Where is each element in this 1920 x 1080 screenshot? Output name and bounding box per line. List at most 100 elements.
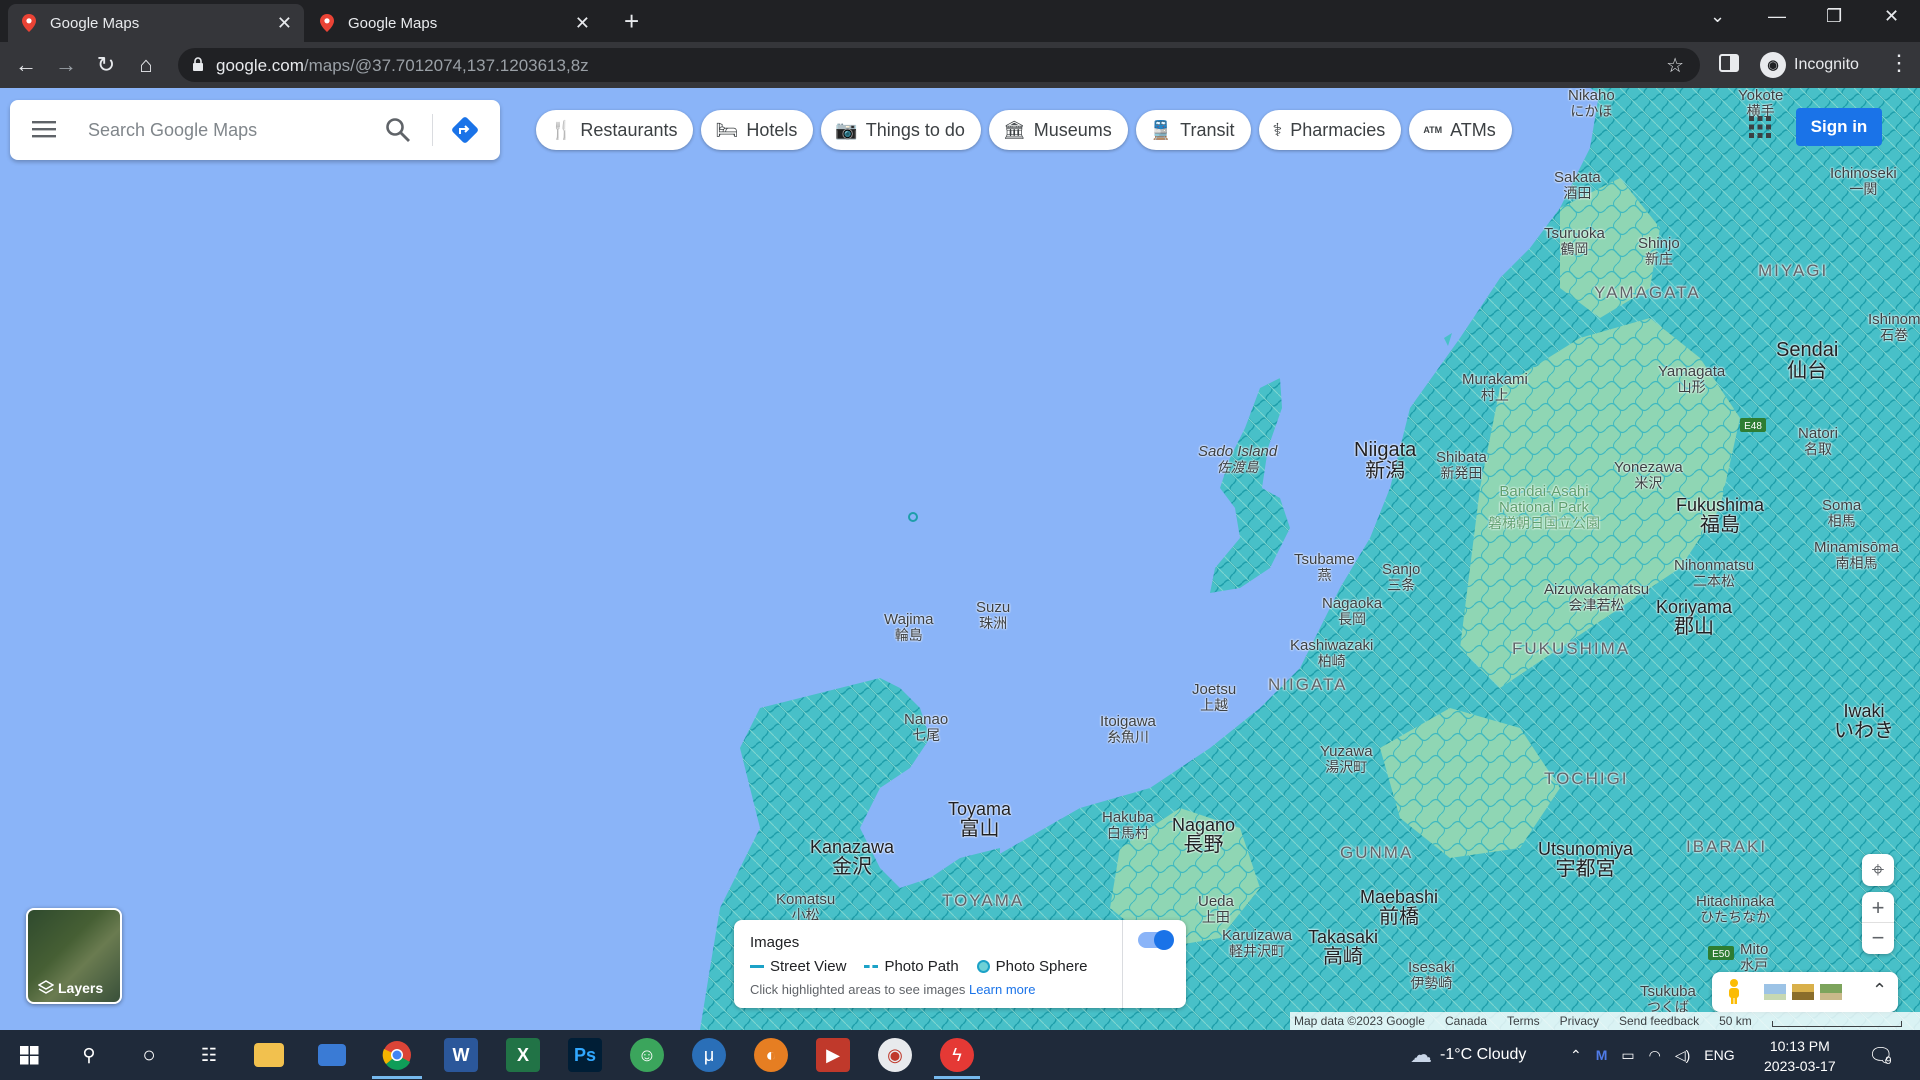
map-label-shinjo[interactable]: Shinjo 新庄 (1638, 236, 1680, 266)
chip-atms[interactable]: ATM ATMs (1409, 110, 1512, 150)
orange-app-icon[interactable]: ◐ (754, 1038, 788, 1072)
restore-button[interactable]: ❐ (1826, 6, 1842, 27)
weather-widget[interactable]: ☁ -1°C Cloudy (1410, 1030, 1526, 1080)
chip-hotels[interactable]: 🛏 Hotels (701, 110, 814, 150)
flash-app-icon[interactable]: ϟ (940, 1038, 974, 1072)
layers-button[interactable]: Layers (26, 908, 122, 1004)
expand-chevron-icon[interactable]: ⌃ (1872, 980, 1887, 1001)
search-icon[interactable]: ⚲ (72, 1038, 106, 1072)
reload-icon[interactable]: ↻ (92, 51, 120, 79)
map-label-tsukuba[interactable]: Tsukuba つくば (1640, 984, 1696, 1014)
map-label-shibata[interactable]: Shibata 新発田 (1436, 450, 1487, 480)
terms-link[interactable]: Terms (1507, 1014, 1540, 1028)
search-icon[interactable] (384, 116, 412, 144)
map-label-itoigawa[interactable]: Itoigawa 糸魚川 (1100, 714, 1156, 744)
battery-icon[interactable]: ▭ (1621, 1047, 1634, 1064)
map-label-ueda[interactable]: Ueda 上田 (1198, 894, 1234, 924)
map-label-minamisoma[interactable]: Minamisōma 南相馬 (1814, 540, 1899, 570)
zoom-in-button[interactable]: + (1862, 892, 1894, 923)
map-label-wajima[interactable]: Wajima 輪島 (884, 612, 933, 642)
map-label-utsunomiya[interactable]: Utsunomiya 宇都宮 (1538, 840, 1633, 880)
map-label-tsuruoka[interactable]: Tsuruoka 鶴岡 (1544, 226, 1605, 256)
map-label-aizuwakamatsu[interactable]: Aizuwakamatsu 会津若松 (1544, 582, 1649, 612)
map-label-bandai-asahi[interactable]: Bandai-Asahi National Park 磐梯朝日国立公園 (1484, 484, 1604, 530)
search-input[interactable] (88, 114, 378, 146)
map-label-sendai[interactable]: Sendai 仙台 (1776, 340, 1838, 382)
imagery-thumbnail-icon[interactable] (1792, 984, 1814, 1000)
region-link[interactable]: Canada (1445, 1014, 1487, 1028)
task-view-icon[interactable]: ☷ (192, 1038, 226, 1072)
privacy-link[interactable]: Privacy (1560, 1014, 1599, 1028)
map-label-nihonmatsu[interactable]: Nihonmatsu 二本松 (1674, 558, 1754, 588)
minimize-button[interactable]: — (1768, 6, 1786, 27)
map-label-fukushima-city[interactable]: Fukushima 福島 (1676, 496, 1764, 536)
back-arrow-icon[interactable]: ← (12, 51, 40, 79)
map-label-natori[interactable]: Natori 名取 (1798, 426, 1838, 456)
map-label-yuzawa[interactable]: Yuzawa 湯沢町 (1320, 744, 1373, 774)
map-label-nagaoka[interactable]: Nagaoka 長岡 (1322, 596, 1382, 626)
pegman-icon[interactable] (1726, 978, 1742, 1004)
tray-app-icon[interactable]: M (1596, 1047, 1608, 1063)
excel-icon[interactable]: X (506, 1038, 540, 1072)
incognito-profile-button[interactable]: ◉ Incognito (1754, 49, 1871, 81)
photoshop-icon[interactable]: Ps (568, 1038, 602, 1072)
map-label-karuizawa[interactable]: Karuizawa 軽井沢町 (1222, 928, 1292, 958)
learn-more-link[interactable]: Learn more (969, 982, 1035, 997)
map-label-yamagata-city[interactable]: Yamagata 山形 (1658, 364, 1725, 394)
directions-icon[interactable] (450, 115, 480, 145)
map-label-suzu[interactable]: Suzu 珠洲 (976, 600, 1010, 630)
wifi-icon[interactable]: ◠ (1649, 1047, 1661, 1064)
map-label-kanazawa[interactable]: Kanazawa 金沢 (810, 838, 894, 878)
mu-app-icon[interactable]: μ (692, 1038, 726, 1072)
close-tab-icon[interactable]: ✕ (575, 13, 590, 34)
map-label-iwaki[interactable]: Iwaki いわき (1834, 702, 1894, 742)
media-app-icon[interactable]: ◉ (878, 1038, 912, 1072)
chip-restaurants[interactable]: 🍴 Restaurants (536, 110, 694, 150)
scale-label[interactable]: 50 km (1719, 1014, 1752, 1028)
map-label-joetsu[interactable]: Joetsu 上越 (1192, 682, 1236, 712)
address-bar[interactable]: google.com/maps/@37.7012074,137.1203613,… (178, 48, 1700, 82)
map-label-koriyama[interactable]: Koriyama 郡山 (1656, 598, 1732, 638)
windows-start-icon[interactable] (12, 1038, 46, 1072)
map-label-toyama-city[interactable]: Toyama 富山 (948, 800, 1011, 840)
street-view-toggle[interactable] (1138, 930, 1174, 950)
map-label-yonezawa[interactable]: Yonezawa 米沢 (1614, 460, 1683, 490)
tray-chevron-icon[interactable]: ⌃ (1570, 1047, 1582, 1064)
chip-pharmacies[interactable]: ⚕ Pharmacies (1258, 110, 1402, 150)
volume-icon[interactable]: ◁) (1675, 1047, 1690, 1064)
zoom-out-button[interactable]: − (1862, 923, 1894, 954)
map-label-sanjo[interactable]: Sanjo 三条 (1382, 562, 1420, 592)
my-location-button[interactable]: ⌖ (1862, 854, 1894, 886)
notification-center[interactable]: 🗨 9 (1868, 1030, 1893, 1080)
map-label-mito[interactable]: Mito 水戸 (1740, 942, 1768, 972)
map-label-maebashi[interactable]: Maebashi 前橋 (1360, 888, 1438, 928)
bookmark-star-icon[interactable]: ☆ (1666, 53, 1684, 78)
map-label-kashiwazaki[interactable]: Kashiwazaki 柏崎 (1290, 638, 1373, 668)
language-indicator[interactable]: ENG (1704, 1047, 1734, 1063)
map-label-ishinomaki[interactable]: Ishinom 石巻 (1868, 312, 1920, 342)
imagery-thumbnail-icon[interactable] (1764, 984, 1786, 1000)
close-tab-icon[interactable]: ✕ (277, 13, 292, 34)
map-label-takasaki[interactable]: Takasaki 高崎 (1308, 928, 1378, 968)
map-label-hakuba[interactable]: Hakuba 白馬村 (1102, 810, 1154, 840)
green-app-icon[interactable]: ☺ (630, 1038, 664, 1072)
map-label-nikaho[interactable]: Nikaho にかほ (1568, 88, 1615, 118)
google-apps-icon[interactable] (1748, 115, 1772, 139)
word-icon[interactable]: W (444, 1038, 478, 1072)
map-label-soma[interactable]: Soma 相馬 (1822, 498, 1861, 528)
browser-tab[interactable]: Google Maps ✕ (306, 4, 602, 42)
forward-arrow-icon[interactable]: → (52, 51, 80, 79)
chip-museums[interactable]: 🏛 Museums (988, 110, 1128, 150)
new-tab-button[interactable]: + (624, 6, 639, 37)
map-label-komatsu[interactable]: Komatsu 小松 (776, 892, 835, 922)
file-explorer-icon[interactable] (254, 1043, 284, 1067)
red-app-icon[interactable]: ▶ (816, 1038, 850, 1072)
map-label-tsubame[interactable]: Tsubame 燕 (1294, 552, 1355, 582)
close-window-button[interactable]: ✕ (1884, 6, 1899, 27)
map-label-isesaki[interactable]: Isesaki 伊勢崎 (1408, 960, 1455, 990)
map-label-nanao[interactable]: Nanao 七尾 (904, 712, 948, 742)
cortana-icon[interactable]: ○ (132, 1038, 166, 1072)
sign-in-button[interactable]: Sign in (1796, 108, 1882, 146)
map-canvas[interactable]: E48 E50 Niigata 新潟 Sendai 仙台 Fukushima 福島 K… (0, 88, 1920, 1030)
imagery-thumbnail-icon[interactable] (1820, 984, 1842, 1000)
